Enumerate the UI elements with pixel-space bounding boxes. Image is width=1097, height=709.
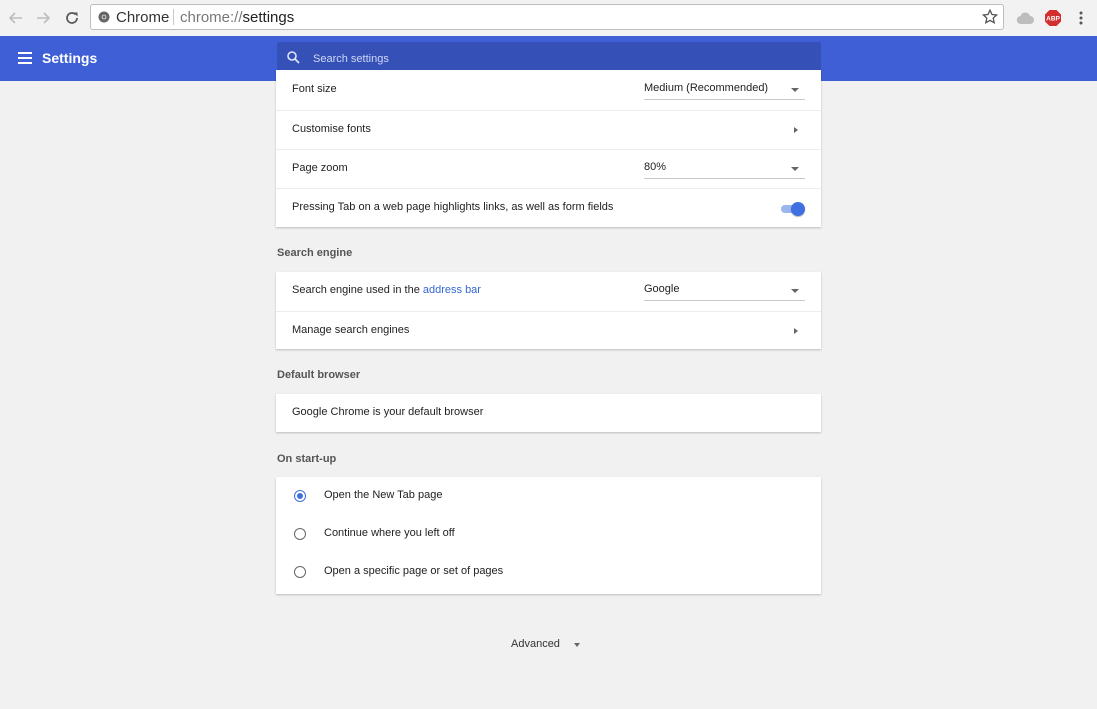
advanced-toggle-button[interactable]: Advanced: [511, 638, 560, 650]
browser-toolbar: Chrome chrome://settings ABP: [0, 0, 1097, 37]
default-browser-section-title: Default browser: [277, 369, 361, 381]
search-icon: [287, 51, 300, 64]
chevron-right-icon: [794, 328, 798, 334]
page-zoom-row: Page zoom 80%: [276, 149, 821, 188]
search-engine-used-row: Search engine used in the address bar Go…: [276, 272, 821, 311]
dropdown-caret-icon: [791, 167, 799, 171]
search-engine-used-label: Search engine used in the address bar: [292, 284, 481, 296]
default-browser-card: Google Chrome is your default browser: [276, 394, 821, 432]
reload-button[interactable]: [61, 7, 83, 29]
startup-section-title: On start-up: [277, 453, 337, 465]
startup-option-label: Continue where you left off: [324, 527, 455, 539]
appearance-card: Font size Medium (Recommended) Customise…: [276, 70, 821, 227]
startup-card: Open the New Tab page Continue where you…: [276, 477, 821, 594]
adblock-plus-icon: ABP: [1045, 10, 1061, 26]
address-bar-link[interactable]: address bar: [423, 284, 481, 296]
forward-arrow-icon: [37, 12, 51, 24]
chevron-right-icon: [794, 127, 798, 133]
tab-highlight-toggle[interactable]: [779, 202, 805, 216]
cloud-icon: [1016, 12, 1034, 25]
page-title: Settings: [42, 50, 98, 66]
toggle-knob: [791, 202, 805, 216]
back-arrow-icon: [8, 12, 22, 24]
customise-fonts-row[interactable]: Customise fonts: [276, 110, 821, 149]
chevron-down-icon[interactable]: [574, 643, 580, 647]
url-text[interactable]: chrome://settings: [180, 9, 294, 26]
adblock-plus-button[interactable]: ABP: [1043, 8, 1063, 28]
site-name: Chrome: [116, 9, 170, 26]
adblock-plus-label: ABP: [1046, 16, 1060, 23]
default-browser-row: Google Chrome is your default browser: [276, 394, 821, 433]
page-zoom-label: Page zoom: [292, 162, 348, 174]
radio-button[interactable]: [294, 566, 306, 578]
search-engine-value: Google: [644, 283, 680, 295]
bookmark-star-icon[interactable]: [981, 8, 999, 26]
tab-highlight-label: Pressing Tab on a web page highlights li…: [292, 201, 614, 213]
font-size-value: Medium (Recommended): [644, 82, 769, 94]
startup-option-continue[interactable]: Continue where you left off: [276, 515, 821, 554]
omnibox-separator: [173, 9, 174, 25]
manage-search-engines-label: Manage search engines: [292, 324, 410, 336]
radio-button[interactable]: [294, 528, 306, 540]
forward-button[interactable]: [32, 7, 54, 29]
search-settings-box[interactable]: [277, 42, 821, 73]
search-engine-select[interactable]: Google: [644, 280, 805, 301]
manage-search-engines-row[interactable]: Manage search engines: [276, 311, 821, 350]
vertical-dots-icon: [1079, 11, 1083, 25]
customise-fonts-label: Customise fonts: [292, 123, 371, 135]
hamburger-menu-icon[interactable]: [18, 52, 32, 64]
chrome-menu-button[interactable]: [1071, 8, 1091, 28]
font-size-label: Font size: [292, 83, 337, 95]
font-size-select[interactable]: Medium (Recommended): [644, 79, 805, 100]
search-settings-input[interactable]: [311, 48, 795, 70]
url-path: settings: [242, 9, 295, 26]
font-size-row: Font size Medium (Recommended): [276, 70, 821, 110]
page-zoom-value: 80%: [644, 161, 667, 173]
startup-option-new-tab[interactable]: Open the New Tab page: [276, 477, 821, 515]
search-engine-used-text: Search engine used in the: [292, 284, 423, 296]
back-button[interactable]: [5, 7, 27, 29]
startup-option-specific-pages[interactable]: Open a specific page or set of pages: [276, 554, 821, 592]
tab-highlight-row: Pressing Tab on a web page highlights li…: [276, 188, 821, 227]
startup-option-label: Open the New Tab page: [324, 489, 443, 501]
startup-option-label: Open a specific page or set of pages: [324, 565, 504, 577]
reload-icon: [66, 12, 78, 24]
search-engine-section-title: Search engine: [277, 247, 353, 259]
chrome-icon: [98, 11, 110, 23]
radio-button-checked[interactable]: [294, 490, 306, 502]
dropdown-caret-icon: [791, 88, 799, 92]
url-prefix: chrome://: [180, 9, 243, 26]
address-bar[interactable]: Chrome chrome://settings: [90, 4, 1004, 30]
dropdown-caret-icon: [791, 289, 799, 293]
default-browser-status: Google Chrome is your default browser: [292, 406, 484, 418]
cloud-extension-button[interactable]: [1015, 8, 1035, 28]
search-engine-card: Search engine used in the address bar Go…: [276, 272, 821, 349]
page-zoom-select[interactable]: 80%: [644, 158, 805, 179]
